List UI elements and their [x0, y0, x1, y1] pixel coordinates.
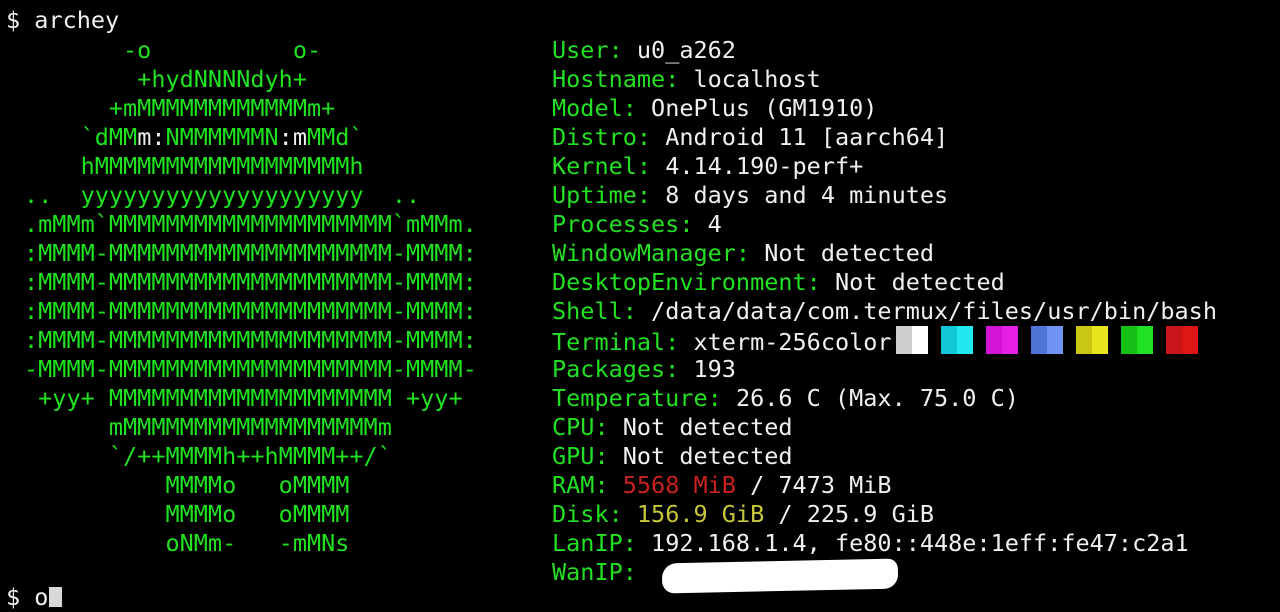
- info-row-model: Model: OnePlus (GM1910): [552, 94, 877, 123]
- info-value: 4: [707, 210, 722, 238]
- info-key: Kernel:: [552, 152, 652, 180]
- info-value: Not detected: [764, 239, 935, 267]
- info-key: Terminal:: [552, 328, 680, 356]
- info-value: u0_a262: [636, 36, 736, 64]
- info-key: Packages:: [552, 355, 680, 383]
- redaction-scribble: [661, 558, 899, 594]
- logo-line: mMMMMMMMMMMMMMMMMMMm: [24, 413, 392, 441]
- info-key: RAM:: [552, 471, 609, 499]
- text-cursor: [49, 587, 63, 607]
- logo-line: `/++MMMMh++hMMMM++/`: [24, 442, 392, 470]
- command-line: $ archey: [6, 6, 120, 34]
- info-value: localhost: [693, 65, 821, 93]
- disk-separator: /: [764, 500, 807, 528]
- logo-line: oNMm- -mMNs: [24, 529, 350, 557]
- info-row-disk: Disk: 156.9 GiB / 225.9 GiB: [552, 500, 934, 529]
- color-palette-swatches: [895, 326, 1211, 361]
- logo-line: MMMMo oMMMM: [24, 471, 350, 499]
- info-row-hostname: Hostname: localhost: [552, 65, 821, 94]
- logo-line: `dMMm:NMMMMMMN:mMMd`: [24, 123, 364, 151]
- info-value: 8 days and 4 minutes: [665, 181, 949, 209]
- info-row-terminal: Terminal: xterm-256color: [552, 326, 1211, 356]
- info-row-temperature: Temperature: 26.6 C (Max. 75.0 C): [552, 384, 1019, 413]
- color-swatch: [940, 326, 973, 354]
- logo-line: :MMMM-MMMMMMMMMMMMMMMMMMMM-MMMM:: [24, 326, 477, 354]
- info-key: GPU:: [552, 442, 609, 470]
- logo-line: hMMMMMMMMMMMMMMMMMMh: [24, 152, 364, 180]
- info-row-gpu: GPU: Not detected: [552, 442, 793, 471]
- logo-line: MMMMo oMMMM: [24, 500, 350, 528]
- info-key: Processes:: [552, 210, 694, 238]
- info-row-packages: Packages: 193: [552, 355, 736, 384]
- info-row-window-manager: WindowManager: Not detected: [552, 239, 934, 268]
- info-value: 192.168.1.4, fe80::448e:1eff:fe47:c2a1: [651, 529, 1189, 557]
- info-key: Temperature:: [552, 384, 722, 412]
- color-swatch: [985, 326, 1018, 354]
- logo-line: +yy+ MMMMMMMMMMMMMMMMMMMM +yy+: [24, 384, 463, 412]
- color-swatch: [1030, 326, 1063, 354]
- info-key: Hostname:: [552, 65, 680, 93]
- info-key: User:: [552, 36, 623, 64]
- info-value: Not detected: [834, 268, 1005, 296]
- info-key: LanIP:: [552, 529, 637, 557]
- info-value: /data/data/com.termux/files/usr/bin/bash: [651, 297, 1217, 325]
- info-key: Distro:: [552, 123, 652, 151]
- ram-separator: /: [735, 471, 779, 499]
- info-value: 4.14.190-perf+: [665, 152, 864, 180]
- info-value: 193: [693, 355, 736, 383]
- logo-line: -MMMM-MMMMMMMMMMMMMMMMMMMM-MMMM-: [24, 355, 477, 383]
- info-row-distro: Distro: Android 11 [aarch64]: [552, 123, 948, 152]
- info-key: Uptime:: [552, 181, 652, 209]
- disk-used-value: 156.9 GiB: [636, 500, 765, 528]
- logo-line: +mMMMMMMMMMMMMm+: [24, 94, 336, 122]
- color-swatch: [895, 326, 928, 354]
- info-value: 26.6 C (Max. 75.0 C): [735, 384, 1019, 412]
- info-key: Shell:: [552, 297, 637, 325]
- info-value: Android 11 [aarch64]: [665, 123, 949, 151]
- info-value: Not detected: [622, 413, 793, 441]
- logo-line: -o o-: [24, 36, 322, 64]
- info-key: CPU:: [552, 413, 609, 441]
- logo-line: .. yyyyyyyyyyyyyyyyyyyy ..: [24, 181, 421, 209]
- info-value: Not detected: [622, 442, 793, 470]
- ram-used-value: 5568 MiB: [622, 471, 736, 499]
- disk-total-value: 225.9 GiB: [806, 500, 935, 528]
- info-value: OnePlus (GM1910): [651, 94, 878, 122]
- info-key: WanIP:: [552, 558, 637, 586]
- info-key: WindowManager:: [552, 239, 751, 267]
- logo-line: :MMMM-MMMMMMMMMMMMMMMMMMMM-MMMM:: [24, 268, 477, 296]
- logo-line: :MMMM-MMMMMMMMMMMMMMMMMMMM-MMMM:: [24, 297, 477, 325]
- logo-line: :MMMM-MMMMMMMMMMMMMMMMMMMM-MMMM:: [24, 239, 477, 267]
- info-row-cpu: CPU: Not detected: [552, 413, 793, 442]
- color-swatch: [1165, 326, 1198, 354]
- info-key: Model:: [552, 94, 637, 122]
- info-row-uptime: Uptime: 8 days and 4 minutes: [552, 181, 948, 210]
- color-swatch: [1120, 326, 1153, 354]
- info-value: xterm-256color: [693, 328, 892, 356]
- info-row-shell: Shell: /data/data/com.termux/files/usr/b…: [552, 297, 1217, 326]
- info-key: Disk:: [552, 500, 623, 528]
- info-key: DesktopEnvironment:: [552, 268, 821, 296]
- logo-line: +hydNNNNdyh+: [24, 65, 307, 93]
- info-row-ram: RAM: 5568 MiB / 7473 MiB: [552, 471, 892, 500]
- ram-total-value: 7473 MiB: [778, 471, 892, 499]
- prompt-symbol: $: [6, 583, 35, 611]
- info-row-kernel: Kernel: 4.14.190-perf+: [552, 152, 863, 181]
- color-swatch: [1075, 326, 1108, 354]
- info-row-user: User: u0_a262: [552, 36, 736, 65]
- info-row-wan-ip: WanIP:: [552, 558, 899, 594]
- info-row-desktop-environment: DesktopEnvironment: Not detected: [552, 268, 1005, 297]
- info-row-processes: Processes: 4: [552, 210, 722, 239]
- shell-prompt[interactable]: $ o: [6, 583, 63, 612]
- logo-line: .mMMm`MMMMMMMMMMMMMMMMMMMM`mMMm.: [24, 210, 477, 238]
- prompt-typed-text: o: [34, 583, 49, 611]
- info-row-lan-ip: LanIP: 192.168.1.4, fe80::448e:1eff:fe47…: [552, 529, 1189, 558]
